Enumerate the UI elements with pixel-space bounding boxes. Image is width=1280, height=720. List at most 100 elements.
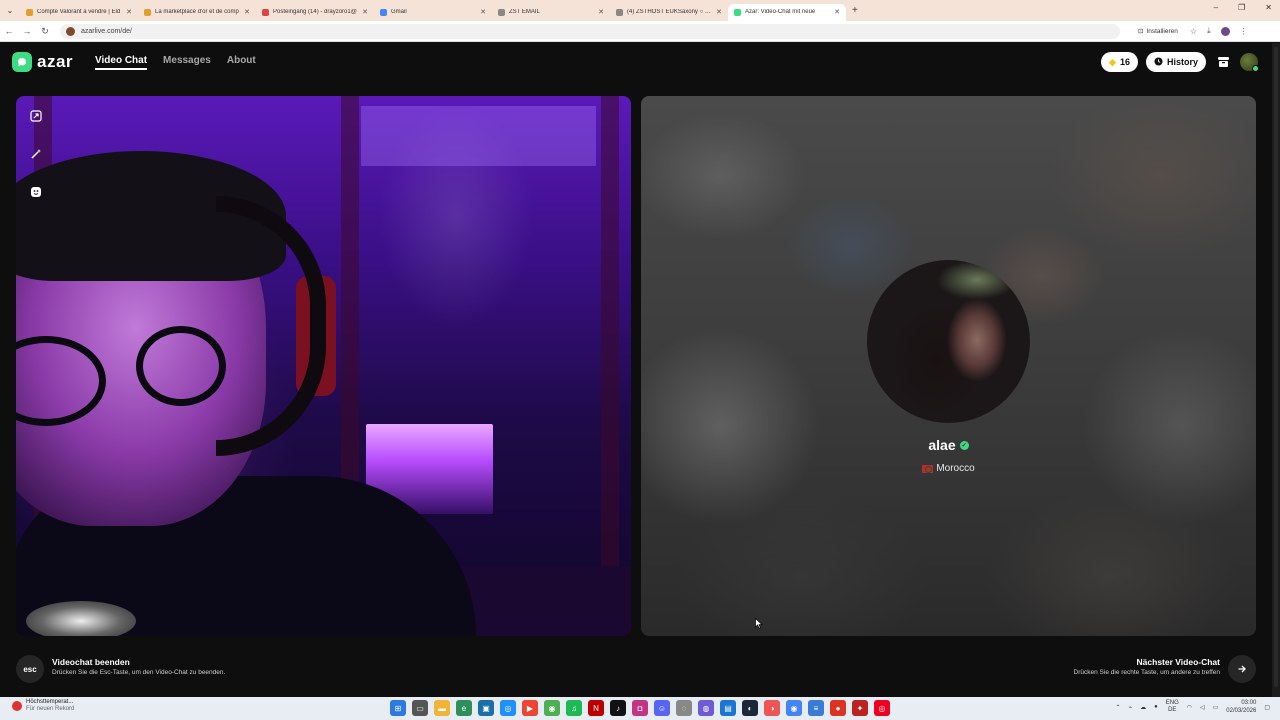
- end-chat-button[interactable]: esc: [16, 655, 44, 683]
- page-scrollbar[interactable]: [1272, 43, 1280, 697]
- nav-video-chat[interactable]: Video Chat: [95, 55, 148, 70]
- browser-tab[interactable]: (4) ZSTHOST EUKSaxony ○ Inbo ✕: [610, 4, 728, 21]
- spotify-icon[interactable]: ♫: [566, 700, 582, 716]
- magic-wand-icon[interactable]: [28, 146, 44, 162]
- chrome-icon[interactable]: ◉: [544, 700, 560, 716]
- next-chat-title: Nächster Video-Chat: [1136, 657, 1220, 667]
- tab-close-icon[interactable]: ✕: [362, 8, 368, 16]
- tiktok-icon[interactable]: ♪: [610, 700, 626, 716]
- main-nav: Video Chat Messages About: [95, 55, 256, 70]
- teams-icon[interactable]: ▤: [720, 700, 736, 716]
- chrome-active-icon[interactable]: ◉: [786, 700, 802, 716]
- mic-icon[interactable]: ●: [1154, 704, 1158, 710]
- download-icon[interactable]: ⤓: [1207, 26, 1211, 36]
- browser-tab[interactable]: Posteingang (14) - drayzoro1@ ✕: [256, 4, 374, 21]
- app-icon[interactable]: ◎: [874, 700, 890, 716]
- browser-tab[interactable]: Azar: Video-Chat mit neue ✕: [728, 3, 846, 21]
- window-glow: [361, 106, 596, 166]
- nav-about[interactable]: About: [227, 55, 256, 70]
- browser-tab[interactable]: La marketplace d'or et de comp ✕: [138, 4, 256, 21]
- peer-country-row: Morocco: [641, 463, 1256, 474]
- end-chat-subtitle: Drücken Sie die Esc-Taste, um den Video-…: [52, 669, 226, 676]
- user-avatar[interactable]: [1240, 53, 1259, 72]
- url-text: azarlive.com/de/: [81, 27, 132, 35]
- end-chat-title: Videochat beenden: [52, 657, 130, 667]
- language-indicator[interactable]: ENG DE: [1166, 700, 1179, 714]
- window-controls: – ❐ ✕: [1214, 3, 1272, 12]
- nav-messages[interactable]: Messages: [163, 55, 211, 70]
- reload-icon[interactable]: ↻: [36, 26, 54, 37]
- morocco-flag-icon: [922, 464, 934, 473]
- bookmark-star-icon[interactable]: ☆: [1190, 27, 1197, 36]
- wifi-icon[interactable]: ◠: [1187, 704, 1192, 711]
- new-tab-button[interactable]: +: [852, 5, 858, 16]
- windows-start-icon[interactable]: ⊞: [390, 700, 406, 716]
- minimize-icon[interactable]: –: [1214, 3, 1218, 12]
- address-bar: ← → ↻ azarlive.com/de/ ⊡ Installieren ☆ …: [0, 21, 1280, 42]
- history-button[interactable]: History: [1145, 52, 1206, 72]
- browser-tab[interactable]: Gmail ✕: [374, 4, 492, 21]
- back-icon[interactable]: ←: [0, 26, 18, 36]
- tab-search-icon[interactable]: ⌄: [0, 6, 20, 15]
- lang-top: ENG: [1165, 700, 1179, 706]
- edge-icon[interactable]: e: [456, 700, 472, 716]
- tab-title: ZST EMAIL: [509, 9, 540, 15]
- weather-widget[interactable]: Höchsttemperat... Für neuen Rekord: [12, 699, 74, 713]
- browser-menu-icon[interactable]: ⋮: [1240, 27, 1248, 36]
- forward-icon[interactable]: →: [18, 26, 36, 36]
- tray-expand-icon[interactable]: ⌃: [1115, 704, 1120, 711]
- app-icon[interactable]: ●: [830, 700, 846, 716]
- system-tray: ⌃ ⌁ ☁ ● ENG DE ◠ ◁ ▭ 03:00 02/03/2026 ▢: [1115, 699, 1270, 715]
- tab-close-icon[interactable]: ✕: [126, 8, 132, 16]
- tab-favicon-icon: [734, 8, 741, 16]
- tab-close-icon[interactable]: ✕: [598, 8, 604, 16]
- file-explorer-icon[interactable]: ▬: [434, 700, 450, 716]
- netflix-icon[interactable]: N: [588, 700, 604, 716]
- next-chat-subtitle: Drücken Sie die rechte Taste, um andere …: [1073, 669, 1220, 676]
- app-icon[interactable]: ◑: [764, 700, 780, 716]
- install-app-button[interactable]: ⊡ Installieren: [1138, 27, 1178, 36]
- tab-close-icon[interactable]: ✕: [716, 8, 722, 16]
- shop-icon[interactable]: [1214, 53, 1232, 71]
- browser-tab[interactable]: ZST EMAIL ✕: [492, 4, 610, 21]
- app-icon[interactable]: ◌: [676, 700, 692, 716]
- gems-button[interactable]: ◆ 16: [1101, 52, 1138, 72]
- next-chat-button[interactable]: [1228, 655, 1256, 683]
- app-icon[interactable]: ◍: [698, 700, 714, 716]
- volume-icon[interactable]: ◁: [1200, 704, 1205, 711]
- browser-icon[interactable]: ◎: [500, 700, 516, 716]
- browser-tab[interactable]: Compte Valorant à vendre | Eld ✕: [20, 4, 138, 21]
- instagram-icon[interactable]: ◘: [632, 700, 648, 716]
- gem-icon: ◆: [1109, 56, 1116, 67]
- profile-avatar[interactable]: [1220, 26, 1230, 36]
- peer-name-row: alae ✓: [641, 437, 1256, 453]
- notification-icon[interactable]: ▢: [1264, 704, 1270, 711]
- history-label: History: [1166, 57, 1198, 67]
- azar-logo[interactable]: azar: [12, 52, 73, 72]
- mouse-cursor-icon: [755, 618, 763, 629]
- store-icon[interactable]: ▣: [478, 700, 494, 716]
- notepad-icon[interactable]: ≡: [808, 700, 824, 716]
- cloud-icon[interactable]: ☁: [1140, 704, 1146, 711]
- tab-close-icon[interactable]: ✕: [834, 8, 840, 16]
- site-info-icon[interactable]: [66, 26, 75, 36]
- close-window-icon[interactable]: ✕: [1265, 3, 1272, 12]
- sticker-icon[interactable]: [28, 184, 44, 200]
- verified-badge-icon: ✓: [959, 440, 969, 450]
- expand-icon[interactable]: [28, 108, 44, 124]
- maximize-icon[interactable]: ❐: [1238, 3, 1245, 12]
- search-icon[interactable]: ▭: [412, 700, 428, 716]
- tab-close-icon[interactable]: ✕: [244, 8, 250, 16]
- azar-logo-icon: [12, 52, 32, 72]
- install-icon: ⊡: [1138, 28, 1144, 35]
- network-icon[interactable]: ⌁: [1128, 704, 1132, 711]
- taskbar-clock[interactable]: 03:00 02/03/2026: [1226, 699, 1256, 715]
- clock-icon: [1154, 56, 1163, 68]
- app-icon[interactable]: ✦: [852, 700, 868, 716]
- tab-close-icon[interactable]: ✕: [480, 8, 486, 16]
- discord-icon[interactable]: ☺: [654, 700, 670, 716]
- battery-icon[interactable]: ▭: [1213, 704, 1219, 711]
- media-icon[interactable]: ▶: [522, 700, 538, 716]
- steam-icon[interactable]: ◐: [742, 700, 758, 716]
- url-field[interactable]: azarlive.com/de/: [60, 23, 1120, 39]
